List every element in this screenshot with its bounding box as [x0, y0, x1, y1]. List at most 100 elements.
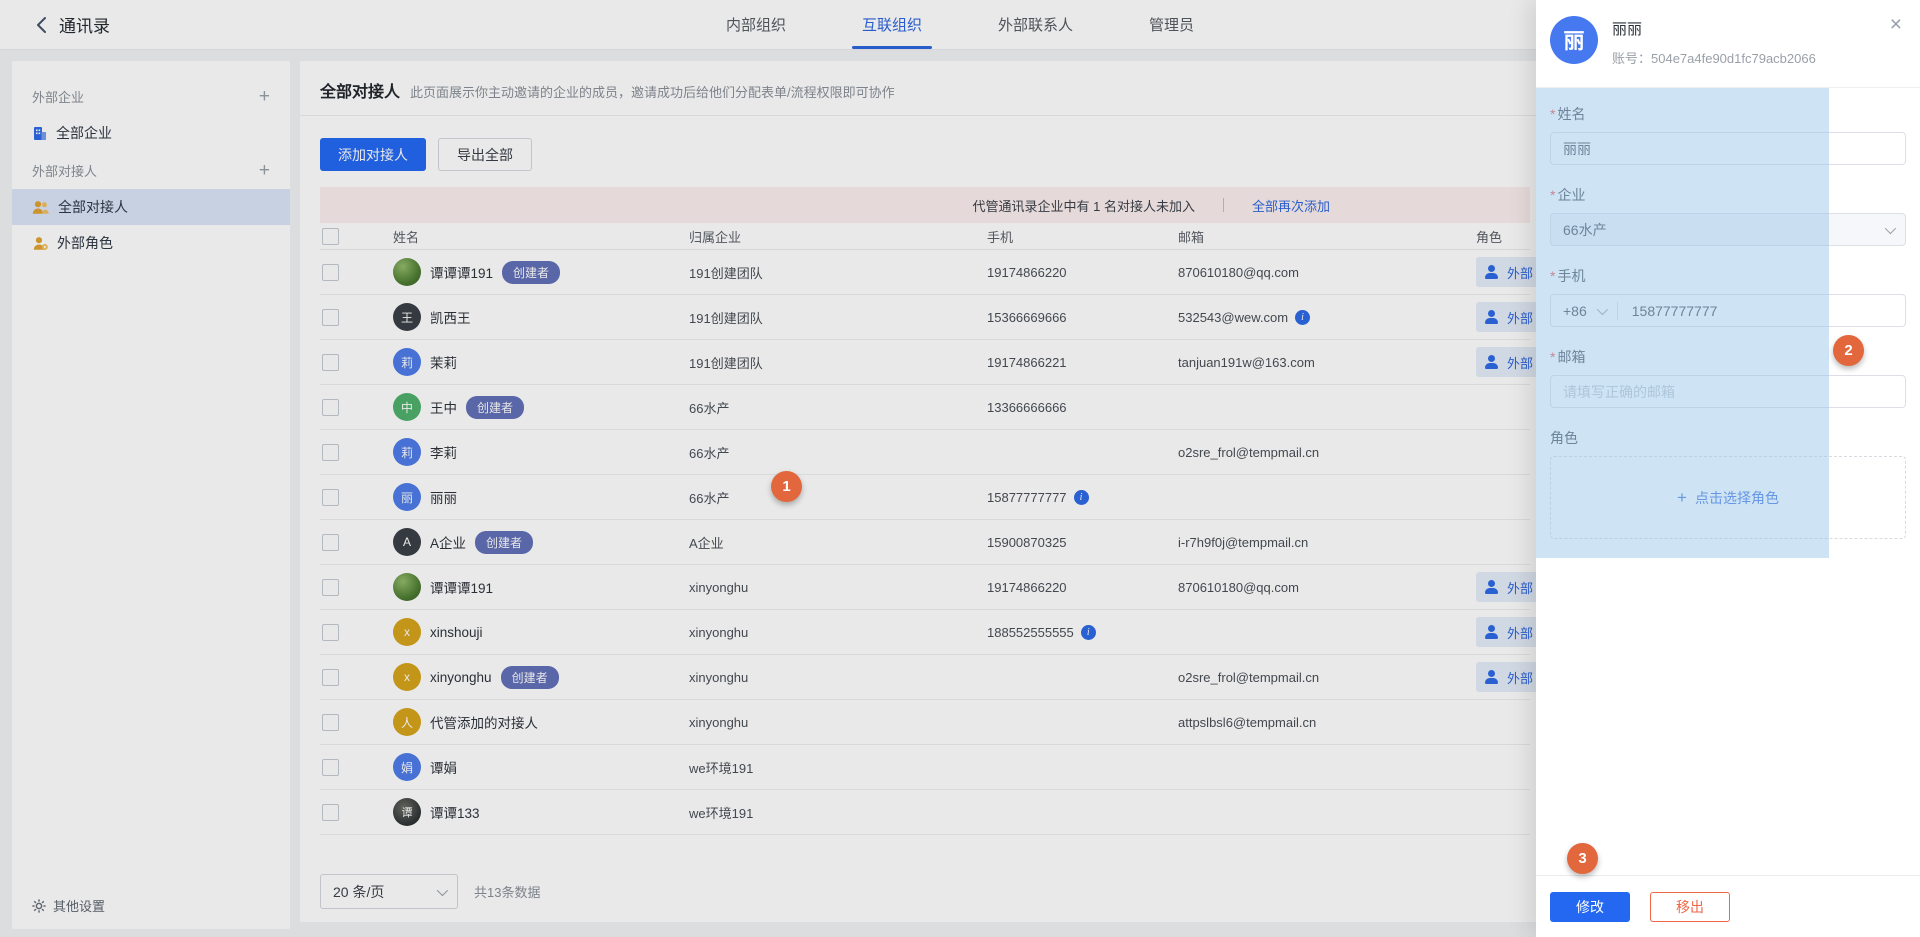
table-row[interactable]: 人代管添加的对接人xinyonghuattpslbsl6@tempmail.cn: [320, 700, 1530, 745]
person-icon: [1484, 309, 1500, 325]
table-row[interactable]: xxinyonghu创建者xinyonghuo2sre_frol@tempmai…: [320, 655, 1530, 700]
row-checkbox[interactable]: [322, 624, 339, 641]
avatar: A: [393, 528, 421, 556]
row-checkbox[interactable]: [322, 309, 339, 326]
phone-cell: 15366669666: [987, 310, 1178, 325]
table-row[interactable]: 娟谭娟we环境191: [320, 745, 1530, 790]
email-value: 870610180@qq.com: [1178, 580, 1299, 595]
tab-管理员[interactable]: 管理员: [1143, 0, 1200, 49]
tab-互联组织[interactable]: 互联组织: [856, 0, 928, 49]
row-checkbox[interactable]: [322, 354, 339, 371]
row-checkbox[interactable]: [322, 669, 339, 686]
row-checkbox[interactable]: [322, 489, 339, 506]
row-checkbox[interactable]: [322, 444, 339, 461]
table-row[interactable]: AA企业创建者A企业15900870325i-r7h9f0j@tempmail.…: [320, 520, 1530, 565]
contact-name: xinshouji: [430, 625, 483, 640]
close-icon[interactable]: ×: [1890, 14, 1902, 35]
email-field[interactable]: 请填写正确的邮箱: [1550, 375, 1906, 408]
avatar: 人: [393, 708, 421, 736]
phone-value: 188552555555: [987, 625, 1074, 640]
email-cell: 532543@wew.comi: [1178, 310, 1476, 325]
company-cell: we环境191: [689, 803, 987, 822]
company-cell: xinyonghu: [689, 580, 987, 595]
avatar: 谭: [393, 798, 421, 826]
name-field[interactable]: 丽丽: [1550, 132, 1906, 165]
row-checkbox[interactable]: [322, 759, 339, 776]
notice-bar: 代管通讯录企业中有 1 名对接人未加入 全部再次添加: [320, 187, 1530, 223]
table-row[interactable]: 中王中创建者66水产13366666666: [320, 385, 1530, 430]
table-row[interactable]: xxinshoujixinyonghu188552555555i外部: [320, 610, 1530, 655]
row-checkbox[interactable]: [322, 579, 339, 596]
name-field-label: 姓名: [1550, 104, 1906, 124]
phone-value: 15877777777: [987, 490, 1067, 505]
select-all-checkbox[interactable]: [322, 228, 339, 245]
chevron-down-icon: [437, 884, 448, 895]
phone-prefix-value: +86: [1563, 303, 1587, 319]
sidebar-item-external-roles[interactable]: 外部角色: [12, 225, 290, 261]
company-select[interactable]: 66水产: [1550, 213, 1906, 246]
person-icon: [1484, 579, 1500, 595]
sidebar-item-all-companies[interactable]: 全部企业: [12, 115, 290, 151]
avatar: 丽: [393, 483, 421, 511]
table-row[interactable]: 丽丽丽66水产15877777777i: [320, 475, 1530, 520]
contact-name: 凯西王: [430, 307, 471, 327]
phone-cell: 19174866220: [987, 580, 1178, 595]
info-icon[interactable]: i: [1074, 490, 1089, 505]
avatar: x: [393, 618, 421, 646]
table-row[interactable]: 王凯西王191创建团队15366669666532543@wew.comi外部: [320, 295, 1530, 340]
email-cell: o2sre_frol@tempmail.cn: [1178, 670, 1476, 685]
phone-value: 15900870325: [987, 535, 1067, 550]
export-all-button[interactable]: 导出全部: [438, 138, 532, 171]
add-contact-button[interactable]: +: [259, 161, 270, 180]
email-value: tanjuan191w@163.com: [1178, 355, 1315, 370]
row-checkbox[interactable]: [322, 264, 339, 281]
email-cell: o2sre_frol@tempmail.cn: [1178, 445, 1476, 460]
phone-value: 19174866220: [987, 580, 1067, 595]
add-contact-person-button[interactable]: 添加对接人: [320, 138, 426, 171]
phone-cell: 19174866220: [987, 265, 1178, 280]
role-chip-label: 外部: [1507, 308, 1533, 327]
select-role-label: 点击选择角色: [1695, 488, 1779, 508]
row-checkbox[interactable]: [322, 534, 339, 551]
column-header: 角色: [1476, 227, 1530, 246]
table-row[interactable]: 谭谭谭谭191xinyonghu19174866220870610180@qq.…: [320, 565, 1530, 610]
building-icon: [32, 126, 47, 141]
tab-外部联系人[interactable]: 外部联系人: [992, 0, 1079, 49]
phone-value: 19174866221: [987, 355, 1067, 370]
table-row[interactable]: 谭谭谭谭191创建者191创建团队19174866220870610180@qq…: [320, 250, 1530, 295]
table-row[interactable]: 莉茉莉191创建团队19174866221tanjuan191w@163.com…: [320, 340, 1530, 385]
toolbar: 添加对接人 导出全部: [320, 138, 1530, 171]
name-cell: 娟谭娟: [393, 753, 689, 781]
tab-内部组织[interactable]: 内部组织: [720, 0, 792, 49]
page-size-value: 20 条/页: [333, 882, 384, 902]
row-checkbox[interactable]: [322, 804, 339, 821]
name-cell: AA企业创建者: [393, 528, 689, 556]
role-chip-label: 外部: [1507, 623, 1533, 642]
contact-name: 李莉: [430, 442, 457, 462]
row-checkbox[interactable]: [322, 714, 339, 731]
add-company-button[interactable]: +: [259, 87, 270, 106]
group-label: 外部对接人: [32, 161, 97, 180]
phone-prefix-select[interactable]: +86: [1551, 303, 1617, 319]
phone-field[interactable]: +86 15877777777: [1550, 294, 1906, 327]
select-role-button[interactable]: + 点击选择角色: [1550, 456, 1906, 539]
person-icon: [1484, 624, 1500, 640]
company-cell: we环境191: [689, 758, 987, 777]
re-add-all-link[interactable]: 全部再次添加: [1252, 196, 1330, 215]
sidebar-settings[interactable]: 其他设置: [32, 896, 105, 915]
info-icon[interactable]: i: [1295, 310, 1310, 325]
info-icon[interactable]: i: [1081, 625, 1096, 640]
creator-badge: 创建者: [501, 666, 559, 689]
remove-button[interactable]: 移出: [1650, 892, 1730, 922]
contact-detail-panel: 丽 丽丽 账号：504e7a4fe90d1fc79acb2066 × 姓名 丽丽…: [1536, 0, 1920, 937]
company-cell: 191创建团队: [689, 263, 987, 282]
sidebar-group-external-contacts: 外部对接人 +: [12, 151, 290, 189]
row-checkbox[interactable]: [322, 399, 339, 416]
sidebar-item-all-contacts[interactable]: 全部对接人: [12, 189, 290, 225]
page-size-select[interactable]: 20 条/页: [320, 874, 458, 909]
avatar: x: [393, 663, 421, 691]
table-row[interactable]: 谭谭谭133we环境191: [320, 790, 1530, 835]
table-row[interactable]: 莉李莉66水产o2sre_frol@tempmail.cn: [320, 430, 1530, 475]
modify-button[interactable]: 修改: [1550, 892, 1630, 922]
name-cell: 莉李莉: [393, 438, 689, 466]
